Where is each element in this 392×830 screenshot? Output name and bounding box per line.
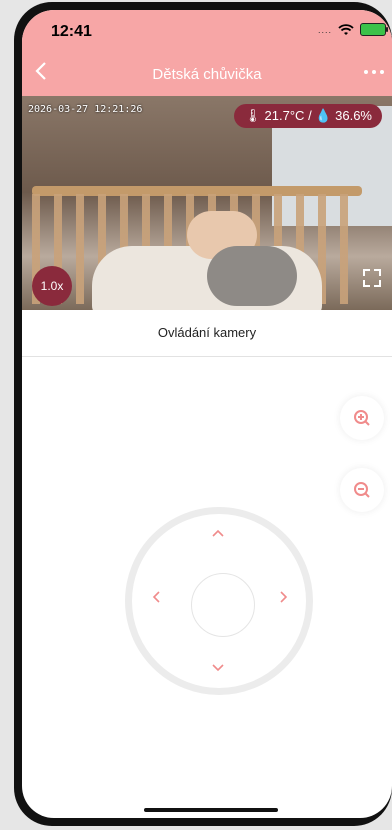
chevron-left-icon — [152, 591, 160, 603]
camera-controls-title: Ovládání kamery — [22, 310, 392, 357]
chevron-down-icon — [212, 664, 224, 672]
humidity-icon: 💧 — [315, 108, 332, 123]
nav-bar: Dětská chůvička — [22, 54, 392, 96]
video-teddy-bear — [207, 246, 297, 306]
pan-center-button[interactable] — [191, 573, 255, 637]
chevron-up-icon — [212, 529, 224, 537]
temperature-value: 21.7°C — [264, 108, 305, 123]
video-timestamp: 2026-03-27 12:21:26 — [28, 104, 143, 115]
more-horizontal-icon — [364, 70, 384, 74]
phone-frame: 12:41 .... Dětská chůvička 2026-03-27 12… — [14, 2, 392, 826]
pan-left-button[interactable] — [152, 590, 160, 608]
signal-dots: .... — [317, 24, 332, 35]
pan-tilt-control — [125, 507, 313, 695]
sensor-separator: / — [308, 108, 312, 123]
wifi-icon — [338, 23, 354, 35]
zoom-in-icon — [354, 410, 370, 426]
zoom-out-button[interactable] — [340, 468, 384, 512]
thermometer-icon: 🌡 — [244, 108, 261, 123]
status-time: 12:41 — [51, 23, 92, 40]
chevron-right-icon — [280, 591, 288, 603]
sensor-readout: 🌡 21.7°C / 💧 36.6% — [234, 104, 382, 128]
status-icons: .... — [317, 23, 388, 36]
more-button[interactable] — [362, 58, 386, 88]
fullscreen-button[interactable] — [362, 268, 384, 290]
zoom-level-badge[interactable]: 1.0x — [32, 266, 72, 306]
app-screen: 12:41 .... Dětská chůvička 2026-03-27 12… — [22, 10, 392, 818]
pan-down-button[interactable] — [212, 659, 224, 677]
home-indicator[interactable] — [144, 808, 278, 812]
zoom-out-icon — [354, 482, 370, 498]
status-bar: 12:41 .... — [22, 10, 392, 54]
fullscreen-icon — [363, 269, 381, 287]
camera-video-feed[interactable]: 2026-03-27 12:21:26 🌡 21.7°C / 💧 36.6% 1… — [22, 96, 392, 310]
zoom-in-button[interactable] — [340, 396, 384, 440]
humidity-value: 36.6% — [335, 108, 372, 123]
page-title: Dětská chůvička — [152, 66, 262, 83]
pan-right-button[interactable] — [280, 590, 288, 608]
pan-up-button[interactable] — [212, 524, 224, 542]
battery-icon — [360, 23, 388, 36]
